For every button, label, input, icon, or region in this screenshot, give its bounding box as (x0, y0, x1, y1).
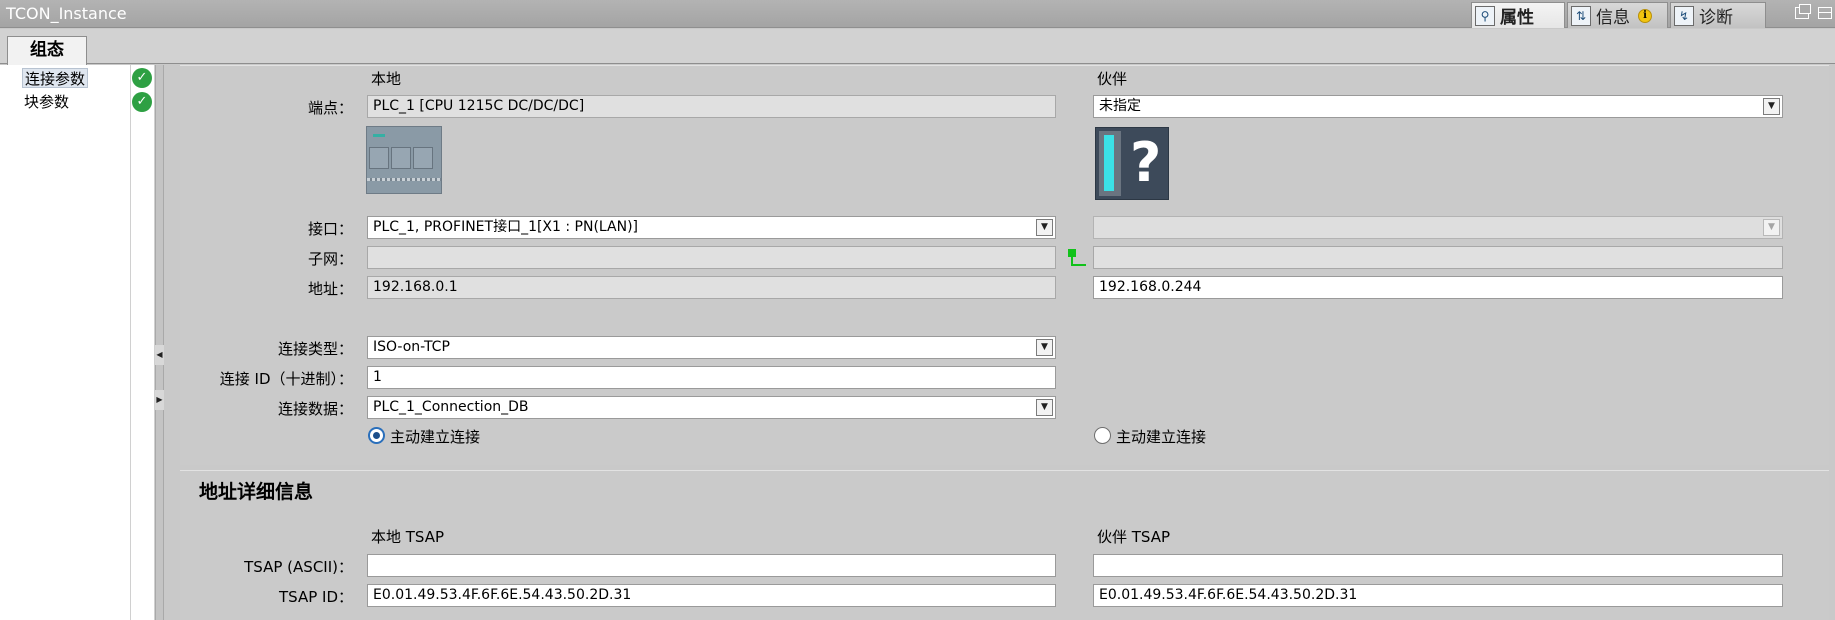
address-label: 地址： (307, 280, 353, 298)
local-address-field: 192.168.0.1 (367, 276, 1056, 299)
title-bar: TCON_Instance ⚲ 属性 ⇅ 信息 i ↯ 诊断 (0, 0, 1835, 28)
address-details-title: 地址详细信息 (199, 481, 314, 503)
connection-data-value: PLC_1_Connection_DB (373, 399, 529, 415)
local-active-connection-label: 主动建立连接 (390, 428, 481, 446)
partner-tsap-ascii-field[interactable] (1093, 554, 1783, 577)
connection-type-select[interactable]: ISO-on-TCP ▼ (367, 336, 1056, 359)
partner-tsap-id-field[interactable]: E0.01.49.53.4F.6F.6E.54.43.50.2D.31 (1093, 584, 1783, 607)
plc-terminal-strip (367, 178, 441, 181)
tsap-id-label: TSAP ID： (278, 588, 353, 606)
connection-type-label: 连接类型： (277, 340, 353, 358)
connection-type-value: ISO-on-TCP (373, 339, 450, 355)
endpoint-label: 端点： (307, 99, 353, 117)
nav-column-divider (130, 65, 131, 620)
local-tsap-header: 本地 TSAP (371, 528, 445, 546)
partner-column-header: 伙伴 (1097, 70, 1128, 88)
expand-right-icon[interactable]: ▶ (155, 390, 164, 410)
chevron-down-icon[interactable]: ▼ (1036, 219, 1053, 236)
partner-tsap-header: 伙伴 TSAP (1097, 528, 1171, 546)
tab-info[interactable]: ⇅ 信息 i (1567, 2, 1668, 28)
tsap-ascii-label: TSAP (ASCII)： (244, 558, 353, 576)
chevron-down-icon[interactable]: ▼ (1763, 98, 1780, 115)
question-mark-icon: ? (1130, 131, 1162, 194)
partner-active-connection-label: 主动建立连接 (1116, 428, 1207, 446)
tab-info-label: 信息 (1596, 8, 1630, 28)
partner-endpoint-value: 未指定 (1099, 98, 1141, 114)
chevron-down-icon[interactable]: ▼ (1036, 399, 1053, 416)
info-icon: i (1638, 8, 1652, 23)
local-active-connection-radio[interactable] (368, 427, 385, 444)
local-interface-value: PLC_1, PROFINET接口_1[X1 : PN(LAN)] (373, 219, 639, 235)
local-endpoint-field: PLC_1 [CPU 1215C DC/DC/DC] (367, 95, 1056, 118)
info-list-icon: ⇅ (1571, 5, 1591, 26)
tab-strip: 组态 (0, 29, 1835, 65)
tab-properties-label: 属性 (1500, 8, 1534, 28)
splitter[interactable] (155, 65, 164, 620)
plc-module (391, 147, 411, 169)
partner-interface-select: ▼ (1093, 216, 1783, 239)
chevron-down-icon[interactable]: ▼ (1036, 339, 1053, 356)
local-interface-select[interactable]: PLC_1, PROFINET接口_1[X1 : PN(LAN)] ▼ (367, 216, 1056, 239)
window-title: TCON_Instance (6, 4, 127, 23)
partner-endpoint-select[interactable]: 未指定 ▼ (1093, 95, 1783, 118)
subnet-label: 子网： (307, 250, 353, 268)
connection-data-select[interactable]: PLC_1_Connection_DB ▼ (367, 396, 1056, 419)
local-column-header: 本地 (371, 70, 402, 88)
diagnostics-icon: ↯ (1674, 5, 1694, 26)
status-ok-icon: ✓ (132, 92, 152, 112)
local-tsap-id-field[interactable]: E0.01.49.53.4F.6F.6E.54.43.50.2D.31 (367, 584, 1056, 607)
partner-subnet-field (1093, 246, 1783, 269)
interface-label: 接口： (307, 220, 353, 238)
restore-window-icon[interactable] (1795, 4, 1811, 19)
plc-led (373, 134, 385, 137)
collapse-left-icon[interactable]: ◀ (155, 345, 164, 365)
local-tsap-ascii-field[interactable] (367, 554, 1056, 577)
plc-module (413, 147, 433, 169)
local-subnet-field (367, 246, 1056, 269)
tab-properties[interactable]: ⚲ 属性 (1471, 2, 1565, 28)
unknown-device-icon: ? (1095, 127, 1169, 200)
connection-id-field[interactable]: 1 (367, 366, 1056, 389)
tab-config[interactable]: 组态 (7, 36, 87, 65)
plc-device-image (366, 126, 442, 194)
sidebar-item-block-params[interactable]: 块参数 (22, 92, 71, 112)
status-ok-icon: ✓ (132, 68, 152, 88)
sidebar-nav: 连接参数 ✓ 块参数 ✓ (0, 65, 163, 620)
chevron-down-icon: ▼ (1763, 219, 1780, 236)
plc-module (369, 147, 389, 169)
connection-id-label: 连接 ID（十进制）： (219, 370, 353, 388)
subnet-connection-icon (1068, 249, 1086, 266)
partner-address-field[interactable]: 192.168.0.244 (1093, 276, 1783, 299)
tab-diagnostics[interactable]: ↯ 诊断 (1670, 2, 1766, 28)
tab-diagnostics-label: 诊断 (1699, 8, 1733, 28)
sidebar-item-connection-params[interactable]: 连接参数 (22, 68, 89, 88)
unknown-device-bar (1099, 131, 1121, 196)
connection-data-label: 连接数据： (277, 400, 353, 418)
properties-icon: ⚲ (1475, 5, 1495, 26)
minimize-panel-icon[interactable] (1818, 7, 1832, 19)
partner-active-connection-radio[interactable] (1094, 427, 1111, 444)
